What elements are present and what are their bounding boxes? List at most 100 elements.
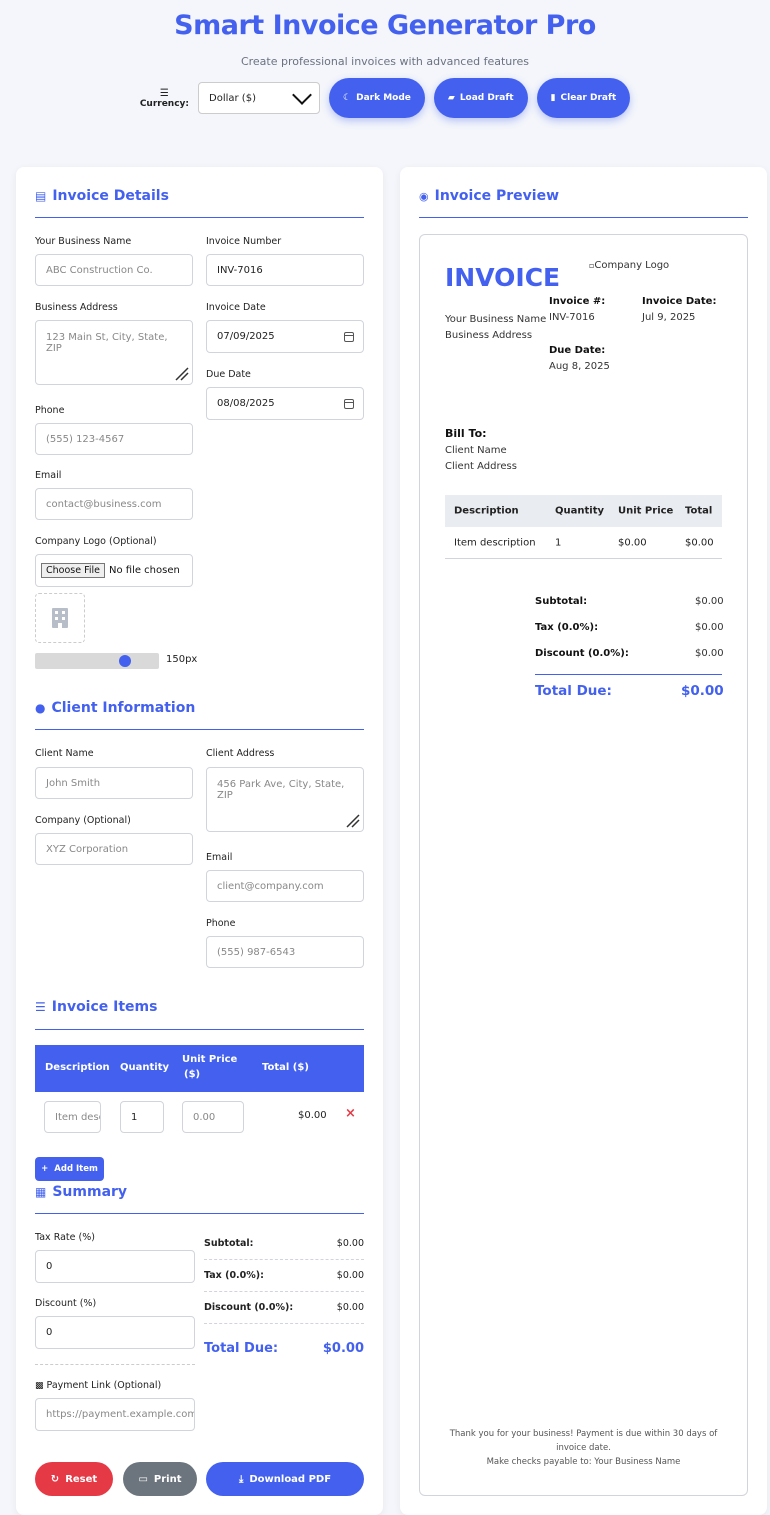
logo-placeholder — [35, 593, 85, 643]
client-name-input[interactable]: John Smith — [35, 767, 193, 799]
company-input[interactable]: XYZ Corporation — [35, 833, 193, 865]
preview-footer: Thank you for your business! Payment is … — [449, 1429, 718, 1467]
divider — [535, 674, 722, 675]
toolbar: ☰ Currency: Dollar ($) ☾ Dark Mode ▰ Loa… — [0, 78, 770, 118]
add-item-button[interactable]: + Add Item — [35, 1157, 104, 1181]
col-total: Total ($) — [262, 1062, 309, 1073]
refresh-icon: ↻ — [50, 1473, 60, 1485]
invoice-number-label: Invoice Number — [206, 236, 282, 247]
item-quantity-input[interactable]: 1 — [120, 1101, 164, 1133]
preview-total-label: Total Due: — [535, 683, 612, 699]
email-label: Email — [35, 470, 62, 481]
business-address-label: Business Address — [35, 302, 118, 313]
calculator-icon: ▦ — [35, 1185, 47, 1199]
logo-size-slider[interactable] — [35, 653, 159, 669]
preview-tax-label: Tax (0.0%): — [535, 622, 599, 633]
item-total: $0.00 — [298, 1110, 327, 1121]
company-logo-image: ▫Company Logo — [589, 260, 670, 271]
plus-icon: + — [41, 1164, 49, 1174]
summary-heading: ▦ Summary — [35, 1184, 128, 1200]
payment-link-label: ▩ Payment Link (Optional) — [35, 1380, 162, 1391]
reset-button[interactable]: ↻ Reset — [35, 1462, 113, 1496]
logo-file-input[interactable]: Choose File No file chosen — [35, 554, 193, 587]
invoice-items-heading: ☰ Invoice Items — [35, 999, 158, 1015]
summary-subtotal-row: Subtotal: $0.00 — [204, 1228, 364, 1260]
business-name-label: Your Business Name — [35, 236, 132, 247]
business-name-input[interactable]: ABC Construction Co. — [35, 254, 193, 286]
folder-icon: ▰ — [447, 93, 455, 103]
client-name-label: Client Name — [35, 748, 94, 759]
list-icon: ☰ — [35, 1000, 46, 1014]
discount-input[interactable]: 0 — [35, 1316, 195, 1349]
coins-icon: ☰ — [159, 87, 169, 99]
preview-due-date: Aug 8, 2025 — [549, 361, 610, 372]
company-label: Company (Optional) — [35, 815, 131, 826]
due-date-label: Due Date — [206, 369, 251, 380]
summary-discount-row: Discount (0.0%): $0.00 — [204, 1292, 364, 1324]
preview-discount: $0.00 — [695, 648, 724, 659]
due-date-input[interactable]: 08/08/2025 — [206, 387, 364, 420]
client-phone-input[interactable]: (555) 987-6543 — [206, 936, 364, 968]
phone-input[interactable]: (555) 123-4567 — [35, 423, 193, 455]
chevron-down-icon — [292, 85, 312, 105]
preview-invoice-no-label: Invoice #: — [549, 296, 606, 307]
load-draft-button[interactable]: ▰ Load Draft — [433, 78, 528, 118]
client-email-input[interactable]: client@company.com — [206, 870, 364, 902]
invoice-date-input[interactable]: 07/09/2025 — [206, 320, 364, 353]
col-unit-price-unit: ($) — [184, 1069, 201, 1080]
invoice-form-card: ▤ Invoice Details Your Business Name ABC… — [16, 167, 383, 1515]
dark-mode-button[interactable]: ☾ Dark Mode — [329, 78, 425, 118]
discount-label: Discount (%) — [35, 1298, 97, 1309]
file-icon: ▤ — [35, 189, 47, 203]
preview-invoice-date: Jul 9, 2025 — [642, 312, 696, 323]
client-email-label: Email — [206, 852, 233, 863]
item-unit-price-input[interactable]: 0.00 — [182, 1101, 244, 1133]
resize-handle-icon[interactable] — [173, 365, 189, 381]
preview-discount-label: Discount (0.0%): — [535, 648, 629, 659]
resize-handle-icon[interactable] — [344, 812, 360, 828]
divider — [419, 217, 748, 218]
print-button[interactable]: ▭ Print — [123, 1462, 197, 1496]
summary-tax-row: Tax (0.0%): $0.00 — [204, 1260, 364, 1292]
payment-link-input[interactable]: https://payment.example.com — [35, 1398, 195, 1431]
invoice-heading: INVOICE — [445, 263, 561, 292]
client-address-textarea[interactable]: 456 Park Ave, City, State, ZIP — [206, 767, 364, 832]
slider-thumb[interactable] — [119, 655, 131, 667]
tax-rate-label: Tax Rate (%) — [35, 1232, 95, 1243]
invoice-preview-heading: ◉ Invoice Preview — [419, 188, 560, 204]
table-row: Item description 1 $0.00 $0.00 — [445, 527, 722, 559]
currency-select[interactable]: Dollar ($) — [198, 82, 321, 114]
preview-client-name: Client Name — [445, 445, 507, 456]
summary-total-row: Total Due: $0.00 — [204, 1340, 364, 1356]
calendar-icon[interactable] — [344, 398, 354, 409]
preview-subtotal: $0.00 — [695, 596, 724, 607]
preview-business-address: Business Address — [445, 330, 533, 341]
divider — [35, 1364, 195, 1365]
printer-icon: ▭ — [138, 1473, 148, 1485]
business-address-textarea[interactable]: 123 Main St, City, State, ZIP — [35, 320, 193, 385]
divider — [35, 1029, 364, 1030]
preview-tax: $0.00 — [695, 622, 724, 633]
invoice-date-label: Invoice Date — [206, 302, 266, 313]
calendar-icon[interactable] — [344, 331, 354, 342]
col-unit-price: Unit Price — [182, 1054, 238, 1065]
user-icon: ● — [35, 701, 46, 715]
preview-invoice-no: INV-7016 — [549, 312, 595, 323]
preview-due-date-label: Due Date: — [549, 345, 606, 356]
phone-label: Phone — [35, 405, 65, 416]
email-input[interactable]: contact@business.com — [35, 488, 193, 520]
eye-icon: ◉ — [419, 189, 429, 203]
invoice-details-heading: ▤ Invoice Details — [35, 188, 169, 204]
tax-rate-input[interactable]: 0 — [35, 1250, 195, 1283]
preview-client-address: Client Address — [445, 461, 517, 472]
divider — [35, 729, 364, 730]
invoice-number-input[interactable]: INV-7016 — [206, 254, 364, 286]
divider — [35, 217, 364, 218]
col-quantity: Quantity — [120, 1062, 169, 1073]
choose-file-button[interactable]: Choose File — [41, 563, 105, 578]
download-pdf-button[interactable]: ⤓ Download PDF — [206, 1462, 364, 1496]
item-description-input[interactable]: Item description — [44, 1101, 101, 1133]
preview-total: $0.00 — [681, 683, 724, 699]
remove-item-icon[interactable]: × — [345, 1106, 356, 1121]
clear-draft-button[interactable]: ▮ Clear Draft — [536, 78, 631, 118]
